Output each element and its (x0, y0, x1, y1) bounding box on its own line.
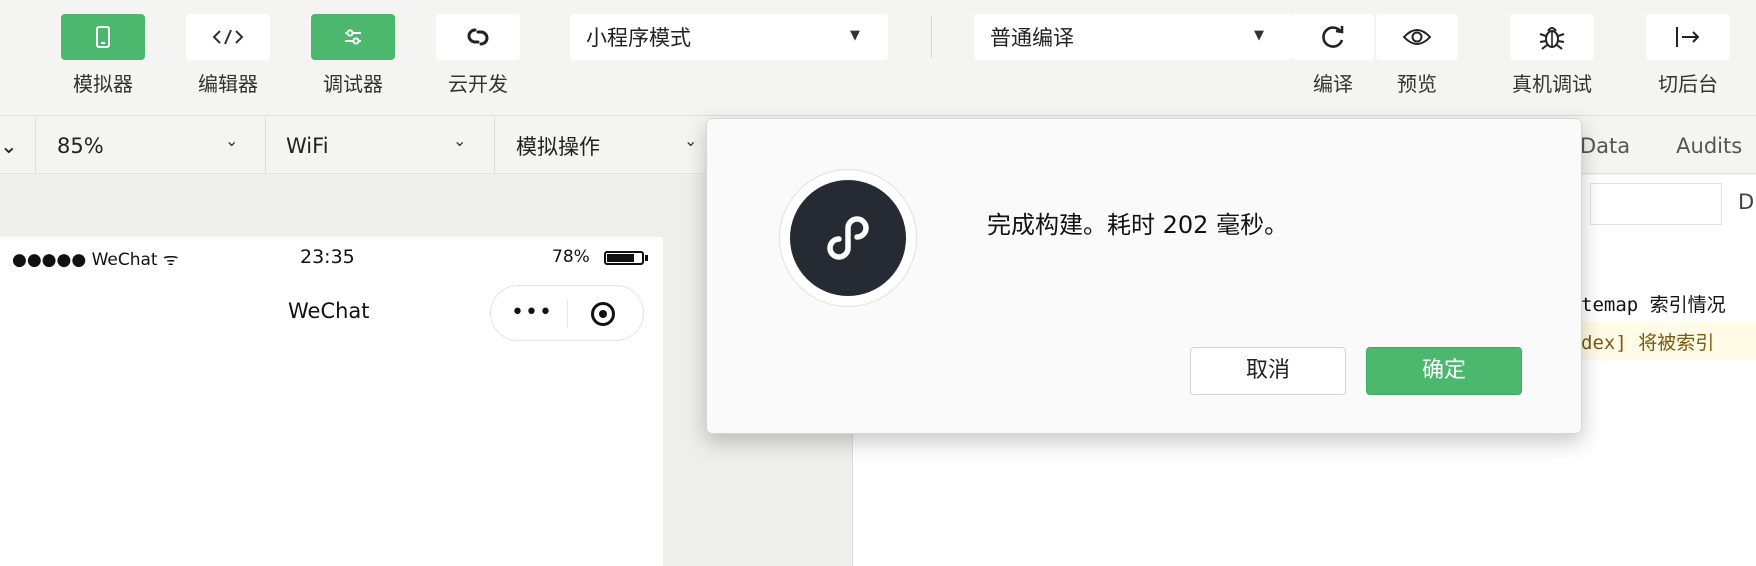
caret-down-icon: ▼ (850, 28, 860, 43)
confirm-button[interactable]: 确定 (1366, 347, 1522, 395)
background-button[interactable] (1646, 14, 1730, 60)
dialog-message: 完成构建。耗时 202 毫秒。 (987, 211, 1289, 239)
filter-suffix: D (1738, 190, 1755, 214)
compile-label: 编译 (1313, 72, 1353, 96)
mini-program-capsule: ••• (490, 285, 644, 341)
editor-tool[interactable]: 编辑器 (186, 14, 270, 97)
divider (494, 117, 495, 174)
battery-icon (604, 251, 648, 265)
phone-status-bar: ●●●●● WeChat ᯤ 23:35 78% (0, 237, 663, 277)
remote-debug-label: 真机调试 (1512, 72, 1592, 96)
build-complete-dialog: 完成构建。耗时 202 毫秒。 取消 确定 (706, 118, 1582, 434)
cloud-button[interactable] (436, 14, 520, 60)
mini-program-logo-icon (790, 180, 906, 296)
devtools-tabs: Data Audits (1580, 117, 1742, 174)
editor-button[interactable] (186, 14, 270, 60)
phone-screen: ●●●●● WeChat ᯤ 23:35 78% WeChat ••• (0, 237, 663, 566)
code-icon (211, 27, 245, 47)
divider (265, 117, 266, 174)
cloud-label: 云开发 (448, 72, 508, 96)
zoom-select[interactable]: 85% ⌄ (57, 117, 265, 174)
background-label: 切后台 (1658, 72, 1718, 96)
simulator-label: 模拟器 (73, 72, 133, 96)
debugger-label: 调试器 (323, 72, 383, 96)
carrier-label: ●●●●● WeChat ᯤ (12, 247, 179, 270)
capsule-divider (567, 300, 568, 328)
cloud-tool[interactable]: 云开发 (436, 14, 520, 97)
compile-tool[interactable]: 编译 (1292, 14, 1374, 97)
battery-level (607, 254, 634, 262)
debugger-button[interactable] (311, 14, 395, 60)
network-select[interactable]: WiFi ⌄ (286, 117, 494, 174)
preview-tool[interactable]: 预览 (1376, 14, 1458, 97)
simulator-tool[interactable]: 模拟器 (61, 14, 145, 97)
simulate-operation-value: 模拟操作 (516, 134, 600, 159)
remote-debug-tool[interactable]: 真机调试 (1510, 14, 1594, 97)
zoom-value: 85% (57, 133, 104, 158)
cloud-link-icon (463, 24, 493, 50)
switch-icon (1673, 25, 1703, 49)
mode-select-value: 小程序模式 (586, 26, 691, 50)
chevron-down-icon[interactable]: ⌄ (0, 117, 18, 174)
cancel-button[interactable]: 取消 (1190, 347, 1346, 395)
network-value: WiFi (286, 133, 329, 158)
main-toolbar: 模拟器 编辑器 调试器 云开发 小程序模式 ▼ 普通编译 ▼ 编译 预览 真机调… (0, 0, 1756, 116)
more-dots-icon[interactable]: ••• (511, 300, 553, 325)
devtools-filter-input[interactable] (1590, 183, 1722, 225)
mini-program-logo (779, 169, 917, 307)
simulate-operation-select[interactable]: 模拟操作 ⌄ (516, 117, 706, 174)
nav-title: WeChat (288, 299, 370, 323)
console-warning-row: dex] 将被索引 (1560, 322, 1756, 360)
chevron-down-icon: ⌄ (453, 131, 467, 150)
editor-label: 编辑器 (198, 72, 258, 96)
caret-down-icon: ▼ (1254, 28, 1264, 43)
status-time: 23:35 (300, 246, 355, 268)
battery-percent: 78% (552, 247, 590, 267)
compile-mode-value: 普通编译 (990, 26, 1074, 50)
background-tool[interactable]: 切后台 (1646, 14, 1730, 97)
chevron-down-icon: ⌄ (225, 131, 239, 150)
toolbar-divider (931, 16, 932, 58)
console-warning-text: dex] 将被索引 (1581, 332, 1715, 354)
preview-label: 预览 (1397, 72, 1437, 96)
refresh-icon (1319, 23, 1347, 51)
tab-appdata[interactable]: Data (1580, 134, 1630, 158)
mode-select[interactable]: 小程序模式 ▼ (570, 14, 888, 60)
simulator-button[interactable] (61, 14, 145, 60)
console-line: temap 索引情况 (1581, 294, 1726, 316)
close-target-icon[interactable] (591, 302, 615, 326)
bug-icon (1537, 23, 1567, 51)
preview-button[interactable] (1376, 14, 1458, 60)
sliders-icon (342, 28, 364, 46)
eye-icon (1402, 27, 1432, 47)
debugger-tool[interactable]: 调试器 (311, 14, 395, 97)
remote-debug-button[interactable] (1510, 14, 1594, 60)
compile-mode-select[interactable]: 普通编译 ▼ (974, 14, 1292, 60)
compile-button[interactable] (1292, 14, 1374, 60)
wifi-icon: ᯤ (157, 250, 179, 270)
chevron-down-icon: ⌄ (684, 131, 698, 150)
divider (35, 117, 36, 174)
battery-nub (645, 255, 648, 261)
tab-audits[interactable]: Audits (1676, 134, 1742, 158)
phone-icon (95, 25, 111, 49)
carrier-text: ●●●●● WeChat (12, 250, 158, 270)
